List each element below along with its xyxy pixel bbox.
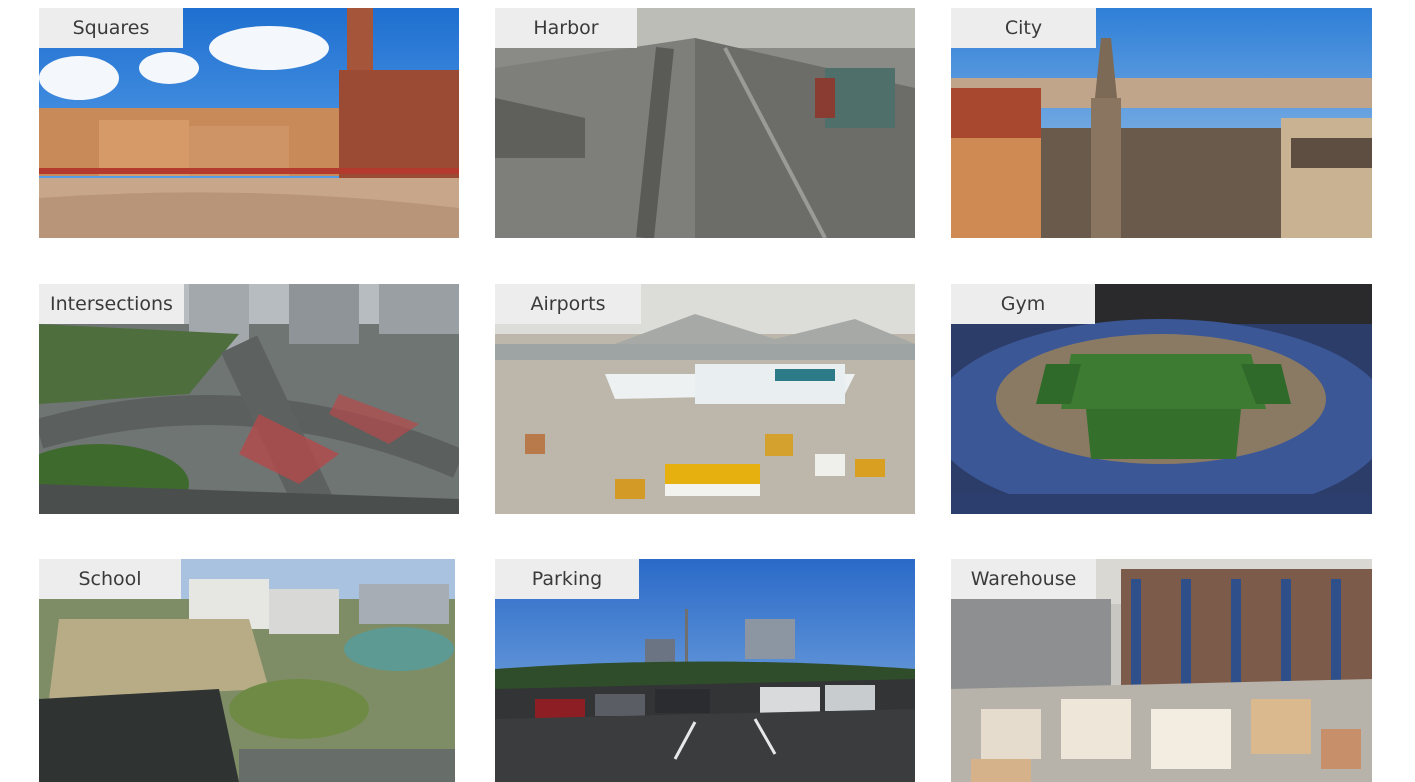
tile-label-intersections: Intersections bbox=[39, 284, 184, 324]
tile-label-harbor: Harbor bbox=[495, 8, 637, 48]
tile-label-warehouse: Warehouse bbox=[951, 559, 1096, 599]
tile-parking[interactable]: Parking bbox=[495, 559, 915, 782]
tile-label-airports: Airports bbox=[495, 284, 641, 324]
tile-label-gym: Gym bbox=[951, 284, 1095, 324]
tile-label-school: School bbox=[39, 559, 181, 599]
tile-city[interactable]: City bbox=[951, 8, 1372, 238]
tile-gym[interactable]: Gym bbox=[951, 284, 1372, 514]
tile-warehouse[interactable]: Warehouse bbox=[951, 559, 1372, 782]
tile-intersections[interactable]: Intersections bbox=[39, 284, 459, 514]
tile-harbor[interactable]: Harbor bbox=[495, 8, 915, 238]
tile-label-city: City bbox=[951, 8, 1096, 48]
tile-label-parking: Parking bbox=[495, 559, 639, 599]
tile-squares[interactable]: Squares bbox=[39, 8, 459, 238]
tile-airports[interactable]: Airports bbox=[495, 284, 915, 514]
tile-label-squares: Squares bbox=[39, 8, 183, 48]
tile-school[interactable]: School bbox=[39, 559, 455, 782]
